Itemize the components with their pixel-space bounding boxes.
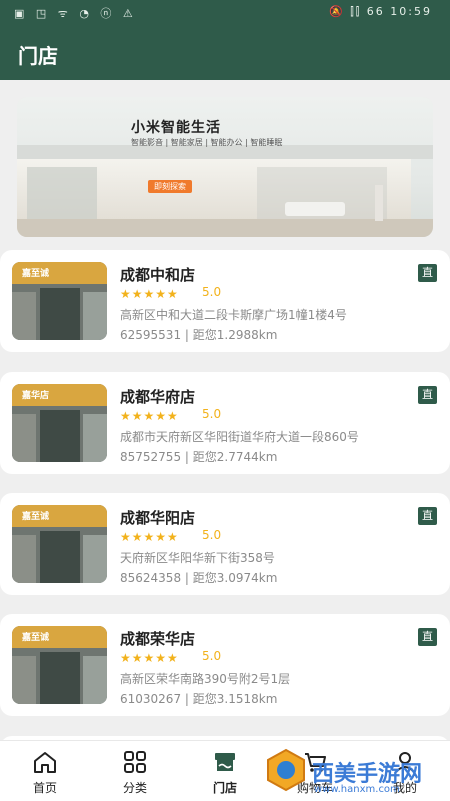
store-photo-door (40, 410, 80, 462)
store-icon (215, 753, 235, 771)
rating-stars: ★★★★★ (120, 651, 179, 665)
store-photo-shelf (12, 414, 36, 462)
home-icon (34, 752, 56, 773)
store-meta: 85752755 | 距您2.7744km (120, 450, 278, 464)
store-sign-text: 嘉至诚 (22, 512, 50, 522)
store-card[interactable]: 嘉华店 成都华府店 ★★★★★ 5.0 成都市天府新区华阳街道华府大道一段860… (0, 372, 450, 474)
banner-sofa (285, 202, 345, 216)
store-photo-shelf (12, 292, 36, 340)
store-name: 成都中和店 (120, 266, 196, 284)
rating-value: 5.0 (202, 528, 222, 542)
banner-subtitle: 智能影音 | 智能家居 | 智能办公 | 智能睡眠 (131, 138, 283, 147)
clock: 10:59 (390, 5, 432, 18)
tab-label: 首页 (32, 781, 57, 795)
watermark-url: www.hanxm.com (314, 784, 400, 795)
store-photo-shelf (12, 535, 36, 583)
store-photo-shelf (83, 414, 107, 462)
rating-stars: ★★★★★ (120, 409, 179, 423)
store-address: 天府新区华阳华新下街358号 (120, 551, 275, 565)
store-sign-text: 嘉至诚 (22, 633, 50, 643)
store-distance: 距您1.2988km (192, 328, 278, 342)
gamepad-icon (267, 748, 305, 792)
store-photo: 嘉华店 (12, 384, 107, 462)
status-right: 🔕 ⫿⫿ 66 10:59 (329, 5, 432, 19)
store-card[interactable]: 嘉至诚 成都华阳店 ★★★★★ 5.0 天府新区华阳华新下街358号 85624… (0, 493, 450, 595)
status-bar: ▣ ◳ ᯤ ◔ ⓝ ⚠ 🔕 ⫿⫿ 66 10:59 (0, 0, 450, 24)
store-distance: 距您3.1518km (192, 692, 278, 706)
store-phone: 85624358 (120, 571, 182, 585)
tab-label: 门店 (212, 781, 237, 795)
store-phone: 85752755 (120, 450, 182, 464)
store-sign-text: 嘉华店 (22, 391, 50, 401)
system-indicators: 🔕 ⫿⫿ 66 (329, 5, 385, 18)
store-photo-shelf (83, 656, 107, 704)
rating-value: 5.0 (202, 649, 222, 663)
store-meta: 61030267 | 距您3.1518km (120, 692, 278, 706)
banner-floor (17, 219, 433, 237)
store-address: 成都市天府新区华阳街道华府大道一段860号 (120, 430, 359, 444)
app-bar: 门店 (0, 24, 450, 80)
rating-value: 5.0 (202, 407, 222, 421)
banner-headline: 小米智能生活 (131, 120, 221, 136)
banner-lamp (375, 185, 383, 221)
store-card[interactable]: 嘉至诚 成都中和店 ★★★★★ 5.0 高新区中和大道二段卡斯摩广场1幢1楼4号… (0, 250, 450, 352)
store-name: 成都华府店 (120, 388, 196, 406)
store-phone: 62595531 (120, 328, 182, 342)
store-meta: 85624358 | 距您3.0974km (120, 571, 278, 585)
direct-badge: 直 (418, 628, 437, 646)
store-photo-door (40, 652, 80, 704)
tab-category[interactable]: 分类 (90, 741, 180, 801)
store-photo-shelf (83, 535, 107, 583)
store-photo-shelf (12, 656, 36, 704)
store-photo: 嘉至诚 (12, 626, 107, 704)
tab-label: 分类 (122, 781, 147, 795)
tab-store[interactable]: 门店 (180, 741, 270, 801)
grid-icon (124, 751, 146, 773)
rating-value: 5.0 (202, 285, 222, 299)
rating-stars: ★★★★★ (120, 287, 179, 301)
watermark-overlay: 西美手游网 www.hanxm.com (262, 744, 442, 800)
direct-badge: 直 (418, 386, 437, 404)
store-card[interactable]: 嘉至诚 成都荣华店 ★★★★★ 5.0 高新区荣华南路390号附2号1层 610… (0, 614, 450, 716)
store-photo-door (40, 531, 80, 583)
store-distance: 距您3.0974km (192, 571, 278, 585)
rating-stars: ★★★★★ (120, 530, 179, 544)
store-meta: 62595531 | 距您1.2988km (120, 328, 278, 342)
banner-explore-button[interactable]: 即刻探索 (148, 180, 192, 193)
store-distance: 距您2.7744km (192, 450, 278, 464)
direct-badge: 直 (418, 264, 437, 282)
store-address: 高新区中和大道二段卡斯摩广场1幢1楼4号 (120, 308, 347, 322)
store-photo-door (40, 288, 80, 340)
direct-badge: 直 (418, 507, 437, 525)
store-name: 成都荣华店 (120, 630, 196, 648)
promo-banner[interactable]: 小米智能生活 智能影音 | 智能家居 | 智能办公 | 智能睡眠 即刻探索 (17, 97, 433, 237)
store-name: 成都华阳店 (120, 509, 196, 527)
status-icons: ▣ ◳ ᯤ ◔ ⓝ ⚠ (14, 7, 137, 20)
store-phone: 61030267 (120, 692, 182, 706)
tab-home[interactable]: 首页 (0, 741, 90, 801)
page-title: 门店 (18, 44, 58, 68)
store-photo-shelf (83, 292, 107, 340)
store-photo: 嘉至诚 (12, 262, 107, 340)
store-sign-text: 嘉至诚 (22, 269, 50, 279)
store-address: 高新区荣华南路390号附2号1层 (120, 672, 291, 686)
store-photo: 嘉至诚 (12, 505, 107, 583)
